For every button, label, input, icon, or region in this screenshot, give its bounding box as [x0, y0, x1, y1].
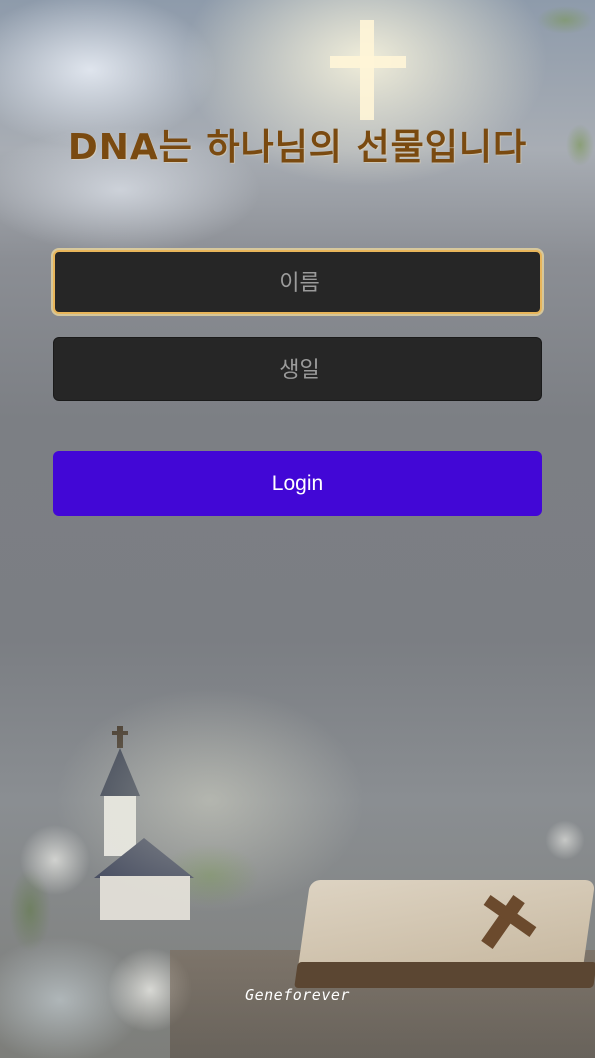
trees-decoration: [150, 820, 330, 920]
bible-with-cross-illustration: [294, 866, 595, 992]
name-input[interactable]: [55, 252, 544, 314]
page-title: DNA는 하나님의 선물입니다: [67, 127, 528, 168]
birthday-field[interactable]: [53, 337, 545, 402]
table-surface: [170, 950, 595, 1058]
leaves-decoration: [505, 0, 595, 60]
flowers-decoration: [0, 780, 240, 1058]
login-button[interactable]: Login: [53, 451, 542, 516]
flowers-decoration-right: [525, 800, 595, 880]
church-illustration: [90, 720, 200, 920]
glowing-cross-icon: [330, 20, 406, 120]
name-field[interactable]: [53, 250, 544, 314]
brand-footer: Geneforever: [245, 986, 350, 1004]
birthday-input[interactable]: [54, 338, 545, 402]
